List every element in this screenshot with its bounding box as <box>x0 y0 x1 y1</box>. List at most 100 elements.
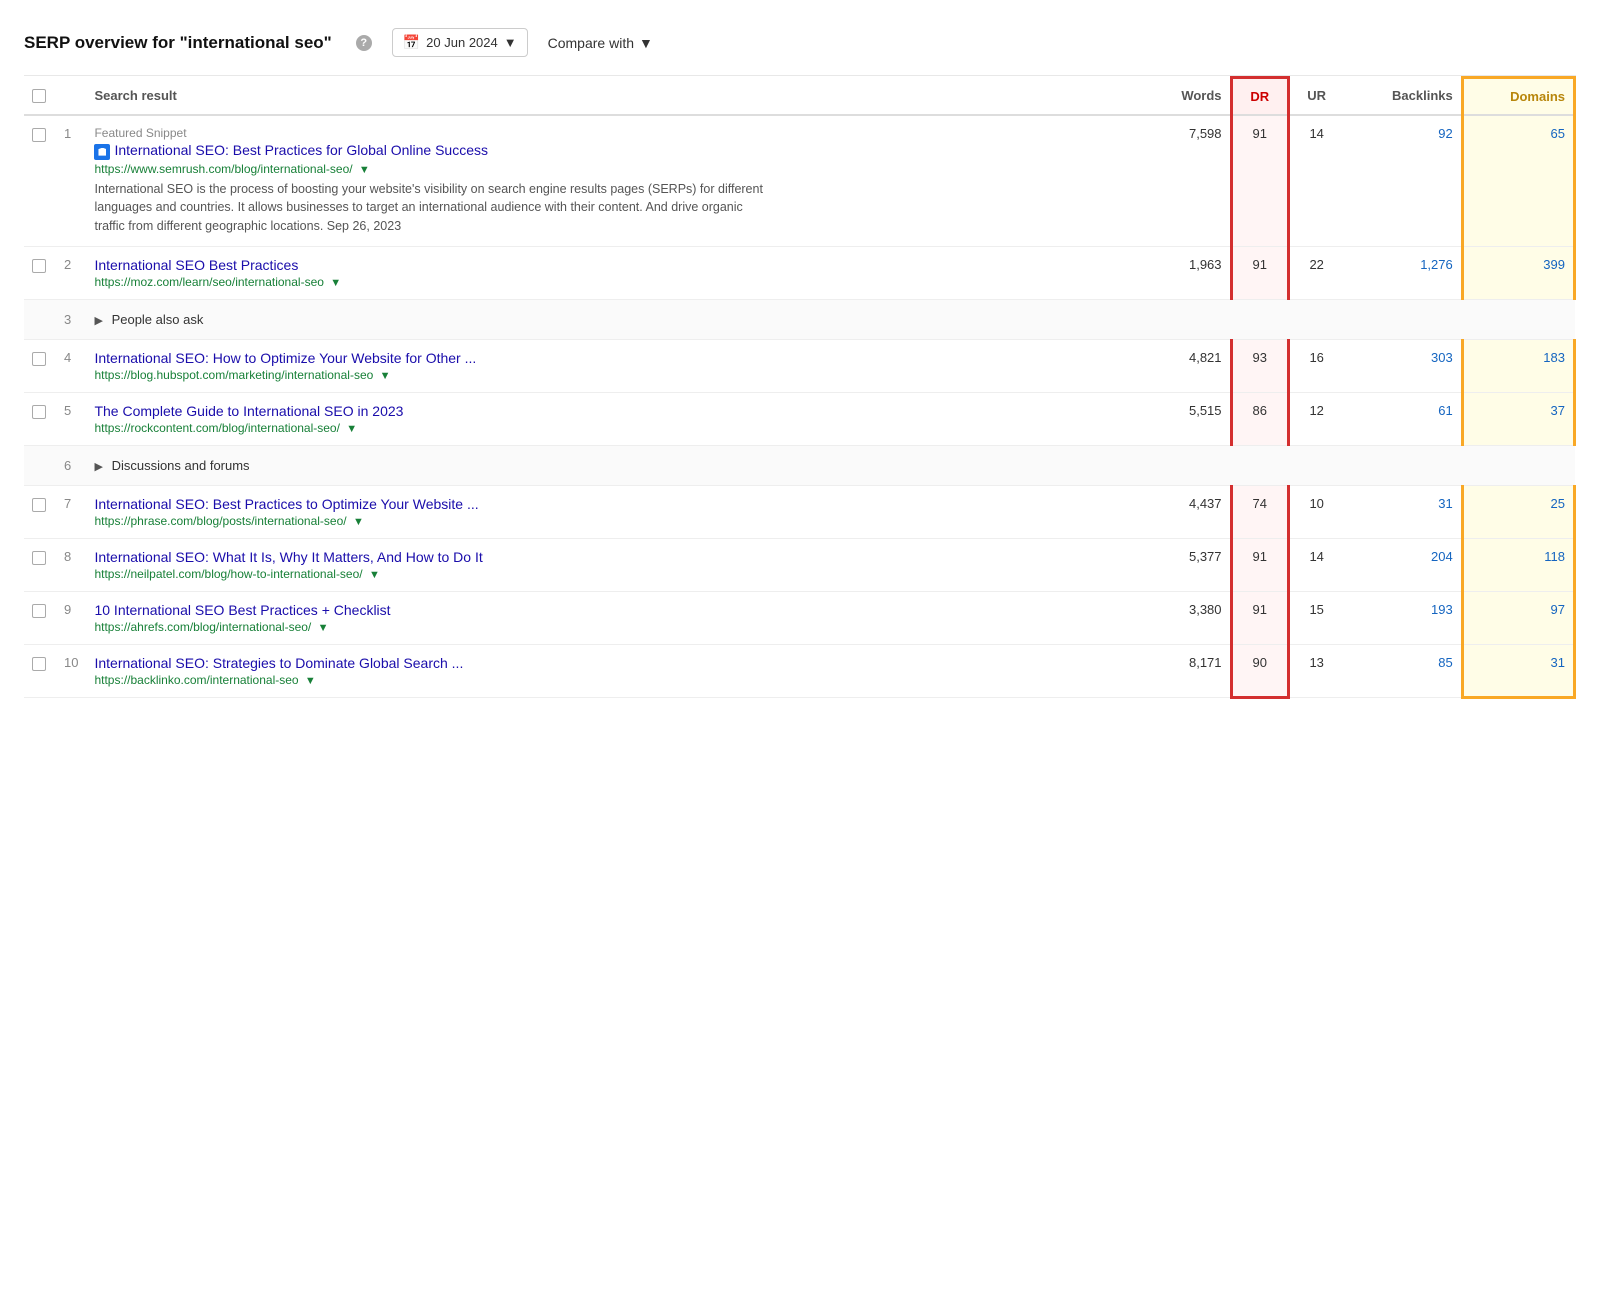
result-url[interactable]: https://www.semrush.com/blog/internation… <box>94 162 1135 176</box>
row-backlinks[interactable]: 92 <box>1343 115 1462 246</box>
row-domains[interactable]: 118 <box>1462 538 1574 591</box>
select-all-checkbox[interactable] <box>32 89 46 103</box>
row-backlinks[interactable]: 193 <box>1343 591 1462 644</box>
row-dr: 91 <box>1231 115 1288 246</box>
date-picker-button[interactable]: 📅 20 Jun 2024 ▼ <box>392 28 528 57</box>
table-header-row: Search result Words DR UR Backlinks Doma… <box>24 78 1575 116</box>
expand-arrow-icon: ▶ <box>94 460 102 473</box>
result-title-link[interactable]: 10 International SEO Best Practices + Ch… <box>94 602 390 618</box>
serp-table: Search result Words DR UR Backlinks Doma… <box>24 76 1576 699</box>
table-row: 8 International SEO: What It Is, Why It … <box>24 538 1575 591</box>
row-checkbox[interactable] <box>32 259 46 273</box>
help-icon[interactable]: ? <box>356 35 372 51</box>
row-words: 8,171 <box>1143 644 1231 697</box>
url-dropdown-arrow[interactable]: ▼ <box>305 675 316 687</box>
row-domains[interactable]: 31 <box>1462 644 1574 697</box>
favicon-icon <box>94 144 110 160</box>
url-dropdown-arrow[interactable]: ▼ <box>369 569 380 581</box>
row-checkbox-cell <box>24 246 56 299</box>
row-result-cell: 10 International SEO Best Practices + Ch… <box>86 591 1143 644</box>
row-checkbox[interactable] <box>32 498 46 512</box>
table-row: 3 ▶ People also ask <box>24 299 1575 339</box>
row-num: 8 <box>56 538 86 591</box>
row-domains[interactable]: 399 <box>1462 246 1574 299</box>
url-dropdown-arrow[interactable]: ▼ <box>346 423 357 435</box>
result-title-link[interactable]: International SEO: How to Optimize Your … <box>94 350 476 366</box>
url-dropdown-arrow[interactable]: ▼ <box>318 622 329 634</box>
row-checkbox[interactable] <box>32 551 46 565</box>
row-checkbox[interactable] <box>32 352 46 366</box>
expandable-label-text: Discussions and forums <box>112 458 250 473</box>
row-ur: 12 <box>1288 392 1343 445</box>
row-ur: 16 <box>1288 339 1343 392</box>
result-title-wrapper: International SEO: What It Is, Why It Ma… <box>94 549 1135 565</box>
row-checkbox[interactable] <box>32 128 46 142</box>
result-title-link[interactable]: The Complete Guide to International SEO … <box>94 403 403 419</box>
row-checkbox-cell <box>24 392 56 445</box>
col-header-words: Words <box>1143 78 1231 116</box>
row-result-cell: International SEO: Best Practices to Opt… <box>86 485 1143 538</box>
row-backlinks[interactable]: 204 <box>1343 538 1462 591</box>
result-url[interactable]: https://ahrefs.com/blog/international-se… <box>94 620 1135 634</box>
result-url[interactable]: https://neilpatel.com/blog/how-to-intern… <box>94 567 1135 581</box>
row-num: 7 <box>56 485 86 538</box>
row-backlinks[interactable]: 303 <box>1343 339 1462 392</box>
row-backlinks[interactable]: 31 <box>1343 485 1462 538</box>
row-result-cell: International SEO: What It Is, Why It Ma… <box>86 538 1143 591</box>
row-backlinks[interactable]: 1,276 <box>1343 246 1462 299</box>
row-dr: 90 <box>1231 644 1288 697</box>
result-url[interactable]: https://phrase.com/blog/posts/internatio… <box>94 514 1135 528</box>
row-domains[interactable]: 37 <box>1462 392 1574 445</box>
table-row: 2 International SEO Best Practices https… <box>24 246 1575 299</box>
row-expandable-label[interactable]: ▶ People also ask <box>86 299 1574 339</box>
expand-arrow-icon: ▶ <box>94 314 102 327</box>
date-label: 20 Jun 2024 <box>426 35 498 50</box>
result-url[interactable]: https://blog.hubspot.com/marketing/inter… <box>94 368 1135 382</box>
result-title-link[interactable]: International SEO: Strategies to Dominat… <box>94 655 463 671</box>
row-num: 1 <box>56 115 86 246</box>
result-url[interactable]: https://rockcontent.com/blog/internation… <box>94 421 1135 435</box>
row-domains[interactable]: 183 <box>1462 339 1574 392</box>
row-backlinks[interactable]: 61 <box>1343 392 1462 445</box>
row-expandable-label[interactable]: ▶ Discussions and forums <box>86 445 1574 485</box>
url-dropdown-arrow[interactable]: ▼ <box>359 164 370 176</box>
row-words: 4,821 <box>1143 339 1231 392</box>
result-url[interactable]: https://moz.com/learn/seo/international-… <box>94 275 1135 289</box>
compare-arrow: ▼ <box>639 35 653 51</box>
row-checkbox[interactable] <box>32 657 46 671</box>
page-title: SERP overview for "international seo" <box>24 33 332 53</box>
url-dropdown-arrow[interactable]: ▼ <box>353 516 364 528</box>
row-result-cell: International SEO Best Practices https:/… <box>86 246 1143 299</box>
row-result-cell: Featured Snippet International SEO: Best… <box>86 115 1143 246</box>
result-title-link[interactable]: International SEO: Best Practices to Opt… <box>94 496 478 512</box>
row-checkbox[interactable] <box>32 604 46 618</box>
result-title-wrapper: International SEO: Best Practices to Opt… <box>94 496 1135 512</box>
row-ur: 22 <box>1288 246 1343 299</box>
row-backlinks[interactable]: 85 <box>1343 644 1462 697</box>
expandable-label-text: People also ask <box>112 312 204 327</box>
result-url[interactable]: https://backlinko.com/international-seo … <box>94 673 1135 687</box>
row-dr: 91 <box>1231 591 1288 644</box>
result-title-wrapper: International SEO: Best Practices for Gl… <box>94 142 1135 160</box>
row-checkbox-cell <box>24 339 56 392</box>
result-title-link[interactable]: International SEO Best Practices <box>94 257 298 273</box>
row-domains[interactable]: 65 <box>1462 115 1574 246</box>
compare-label: Compare with <box>548 35 634 51</box>
col-header-dr: DR <box>1231 78 1288 116</box>
result-title-link[interactable]: International SEO: Best Practices for Gl… <box>114 142 488 158</box>
row-dr: 74 <box>1231 485 1288 538</box>
row-checkbox-cell <box>24 644 56 697</box>
row-checkbox[interactable] <box>32 405 46 419</box>
page-header: SERP overview for "international seo" ? … <box>24 16 1576 76</box>
compare-with-button[interactable]: Compare with ▼ <box>548 35 653 51</box>
row-domains[interactable]: 25 <box>1462 485 1574 538</box>
result-title-link[interactable]: International SEO: What It Is, Why It Ma… <box>94 549 482 565</box>
url-dropdown-arrow[interactable]: ▼ <box>330 277 341 289</box>
row-checkbox-cell <box>24 538 56 591</box>
row-domains[interactable]: 97 <box>1462 591 1574 644</box>
row-dr: 93 <box>1231 339 1288 392</box>
url-dropdown-arrow[interactable]: ▼ <box>380 370 391 382</box>
col-header-domains: Domains <box>1462 78 1574 116</box>
row-words: 1,963 <box>1143 246 1231 299</box>
table-row: 10 International SEO: Strategies to Domi… <box>24 644 1575 697</box>
